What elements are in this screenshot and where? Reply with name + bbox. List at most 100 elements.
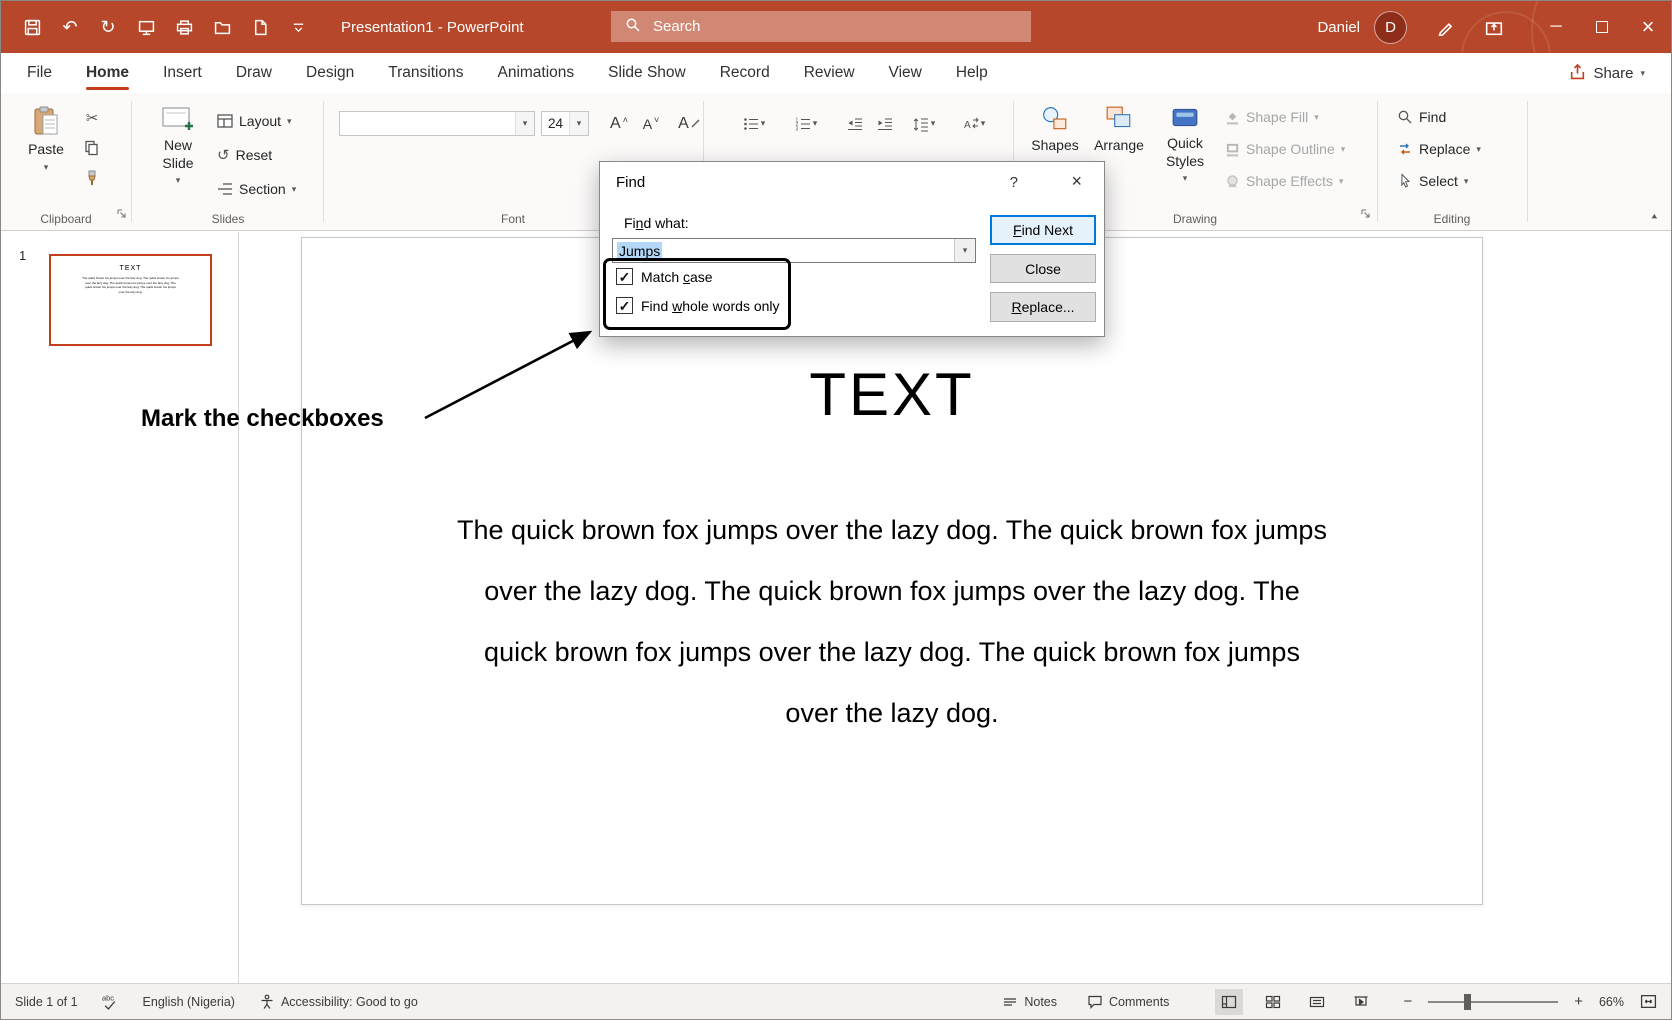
line-spacing-button[interactable]: ▾ [909,111,939,136]
language-indicator[interactable]: English (Nigeria) [143,995,235,1009]
find-what-input[interactable]: Jumps ▾ [612,238,976,263]
clear-formatting-button[interactable]: A [675,111,703,136]
zoom-slider[interactable] [1428,1001,1558,1003]
tab-home[interactable]: Home [86,53,129,93]
new-document-icon[interactable] [243,10,277,44]
section-button[interactable]: Section ▾ [217,177,296,201]
slide-number: 1 [19,248,26,263]
decrease-font-size-button[interactable]: A˅ [637,111,665,136]
tab-review[interactable]: Review [804,53,855,93]
increase-indent-button[interactable] [873,111,897,136]
tab-animations[interactable]: Animations [497,53,574,93]
tab-view[interactable]: View [889,53,922,93]
start-slideshow-icon[interactable] [129,10,163,44]
shape-fill-button[interactable]: Shape Fill ▾ [1225,105,1319,129]
replace-icon [1397,141,1413,157]
help-icon[interactable]: ? [1010,174,1018,191]
chevron-down-icon: ▾ [1476,145,1481,154]
slide-sorter-view-button[interactable] [1259,989,1287,1015]
replace-dialog-button[interactable]: Replace... [990,292,1096,322]
find-button[interactable]: Find [1397,105,1446,129]
close-button[interactable]: × [1625,1,1671,53]
shape-outline-button[interactable]: Shape Outline ▾ [1225,137,1345,161]
tab-help[interactable]: Help [956,53,988,93]
redo-icon[interactable]: ↻ [91,10,125,44]
clipboard-dialog-launcher-icon[interactable] [117,206,127,224]
notes-button[interactable]: Notes [1002,994,1057,1010]
decrease-indent-button[interactable] [843,111,867,136]
font-name-combobox[interactable]: ▾ [339,111,535,136]
tab-file[interactable]: File [27,53,52,93]
paste-button[interactable]: Paste ▾ [19,105,73,172]
print-preview-icon[interactable] [167,10,201,44]
zoom-slider-handle[interactable] [1464,994,1471,1010]
numbering-button[interactable]: 123 ▾ [791,111,821,136]
avatar[interactable]: D [1374,11,1407,44]
copy-icon[interactable] [81,137,103,159]
quick-styles-button[interactable]: Quick Styles ▾ [1157,105,1213,183]
replace-button[interactable]: Replace ▾ [1397,137,1481,161]
zoom-out-button[interactable]: − [1403,993,1412,1010]
ink-pen-icon[interactable] [1429,10,1463,44]
slide-thumbnail[interactable]: TEXT The quick brown fox jumps over the … [49,254,212,346]
zoom-in-button[interactable]: + [1574,993,1583,1010]
increase-font-size-button[interactable]: A˄ [605,111,633,136]
reading-view-button[interactable] [1303,989,1331,1015]
search-box[interactable]: Search [611,11,1031,42]
cut-icon[interactable]: ✂ [81,107,103,129]
normal-view-button[interactable] [1215,989,1243,1015]
slide-title-text[interactable]: TEXT [302,360,1482,429]
customize-qat-icon[interactable] [281,10,315,44]
font-size-combobox[interactable]: 24 ▾ [541,111,589,136]
find-next-button[interactable]: Find Next [990,215,1096,245]
maximize-button[interactable] [1579,1,1625,53]
new-slide-button[interactable]: New Slide ▾ [149,105,207,185]
spellcheck-icon[interactable]: abc [102,993,119,1010]
tab-record[interactable]: Record [720,53,770,93]
tab-design[interactable]: Design [306,53,354,93]
checkbox-checked-icon[interactable]: ✓ [616,268,633,285]
slide-indicator[interactable]: Slide 1 of 1 [15,995,78,1009]
match-case-checkbox[interactable]: ✓ Match case [616,268,713,285]
zoom-level[interactable]: 66% [1599,995,1624,1009]
open-folder-icon[interactable] [205,10,239,44]
format-painter-icon[interactable] [81,167,103,189]
chevron-down-icon[interactable]: ▾ [569,112,588,135]
annotation-label: Mark the checkboxes [141,405,384,433]
tab-draw[interactable]: Draw [236,53,272,93]
whole-words-checkbox[interactable]: ✓ Find whole words only [616,297,780,314]
comments-button[interactable]: Comments [1087,994,1169,1010]
user-name[interactable]: Daniel [1317,19,1360,36]
bullets-button[interactable]: ▾ [739,111,769,136]
chevron-down-icon: ▾ [761,119,766,128]
find-icon [1397,109,1413,125]
layout-button[interactable]: Layout ▾ [217,109,292,133]
ribbon-display-options-icon[interactable] [1477,10,1511,44]
undo-icon[interactable]: ↶ [53,10,87,44]
shapes-button[interactable]: Shapes [1029,105,1081,155]
chevron-down-icon[interactable]: ▾ [515,112,534,135]
fit-to-window-icon[interactable] [1640,993,1657,1010]
slideshow-view-button[interactable] [1347,989,1375,1015]
select-button[interactable]: Select ▾ [1397,169,1468,193]
share-button[interactable]: Share ▾ [1569,53,1645,93]
text-direction-button[interactable]: A ▾ [959,111,989,136]
slide-canvas[interactable]: TEXT The quick brown fox jumps over the … [301,237,1483,905]
slide-body-text[interactable]: The quick brown fox jumps over the lazy … [392,500,1392,744]
chevron-down-icon[interactable]: ▾ [954,239,975,262]
close-dialog-button[interactable]: Close [990,254,1096,283]
collapse-ribbon-button[interactable]: ▴ [1651,210,1657,220]
shape-effects-button[interactable]: Shape Effects ▾ [1225,169,1343,193]
tab-transitions[interactable]: Transitions [388,53,463,93]
reset-button[interactable]: ↺ Reset [217,143,272,167]
arrange-button[interactable]: Arrange [1091,105,1147,155]
save-icon[interactable] [15,10,49,44]
tab-insert[interactable]: Insert [163,53,202,93]
drawing-dialog-launcher-icon[interactable] [1361,206,1371,224]
tab-slide-show[interactable]: Slide Show [608,53,686,93]
checkbox-checked-icon[interactable]: ✓ [616,297,633,314]
minimize-button[interactable]: ─ [1533,1,1579,53]
close-icon[interactable]: × [1071,171,1082,192]
accessibility-status[interactable]: Accessibility: Good to go [259,994,418,1010]
find-dialog-titlebar[interactable]: Find [600,162,1104,202]
